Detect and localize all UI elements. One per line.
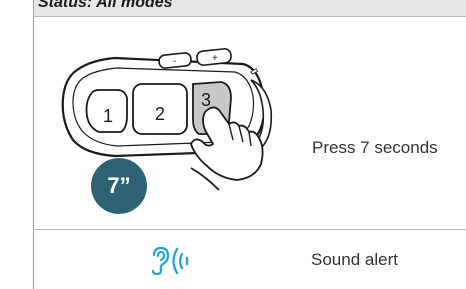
table-row-divider-middle (33, 229, 466, 230)
device-button-2-label: 2 (155, 104, 165, 124)
sound-alert-icon (151, 246, 189, 276)
ear-inner (157, 250, 166, 261)
device-button-3-label: 3 (201, 90, 211, 110)
manual-page: Status: All modes - + 1 2 3 7” Press 7 s… (0, 0, 466, 289)
step-instruction: Press 7 seconds (312, 138, 438, 157)
table-left-border (33, 0, 34, 289)
device-button-1-label: 1 (103, 106, 113, 126)
duration-badge: 7” (91, 158, 147, 214)
status-header-text: Status: All modes (38, 0, 173, 11)
sound-wave-inner (178, 252, 184, 270)
intercom-device-illustration: - + 1 2 3 (61, 48, 273, 191)
result-label: Sound alert (311, 250, 398, 269)
sound-wave-outer (172, 247, 179, 275)
volume-plus-label: + (212, 53, 218, 64)
table-row-divider-top (33, 16, 466, 17)
volume-minus-label: - (173, 56, 176, 67)
